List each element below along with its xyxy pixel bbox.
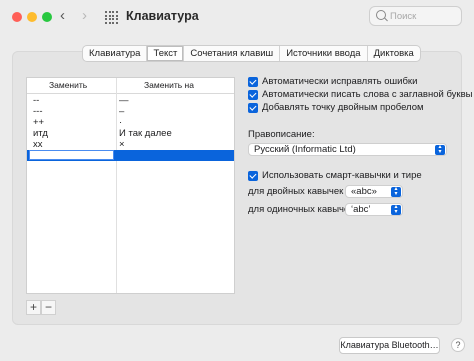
tab-bar: Клавиатура Текст Сочетания клавиш Источн…: [82, 45, 421, 62]
preferences-window: ‹ › Клавиатура Клавиатура Текст Сочетани…: [0, 0, 474, 361]
forward-chevron-icon[interactable]: ›: [82, 7, 87, 24]
help-button[interactable]: ?: [451, 338, 465, 352]
back-chevron-icon[interactable]: ‹: [60, 7, 65, 24]
tab-text[interactable]: Текст: [146, 46, 184, 61]
capitalize-checkbox[interactable]: [248, 90, 258, 100]
new-entry-edit-field[interactable]: [29, 150, 114, 160]
cell-replace: ++: [33, 117, 45, 128]
tab-dictation[interactable]: Диктовка: [366, 46, 420, 61]
single-quotes-value: ‘abc’: [351, 204, 371, 215]
column-header-with[interactable]: Заменить на: [144, 80, 194, 90]
cell-with: ·: [119, 117, 123, 128]
single-quotes-popup[interactable]: ‘abc’ ▴ ▾: [345, 203, 403, 216]
spelling-label: Правописание:: [248, 129, 315, 140]
add-button[interactable]: +: [26, 300, 41, 315]
replacements-table[interactable]: Заменить Заменить на -- — --- – ++ · итд…: [26, 77, 235, 294]
close-window-button[interactable]: [12, 12, 22, 22]
minimize-window-button[interactable]: [27, 12, 37, 22]
table-header: Заменить Заменить на: [27, 78, 234, 94]
cell-with: ×: [119, 139, 125, 150]
search-icon: [376, 10, 386, 20]
column-header-replace[interactable]: Заменить: [49, 80, 87, 90]
search-field[interactable]: [369, 6, 462, 26]
smart-quotes-checkbox[interactable]: [248, 171, 258, 181]
spelling-value: Русский (Informatic Ltd): [254, 144, 356, 155]
table-row[interactable]: -- —: [27, 95, 234, 106]
capitalize-label: Автоматически писать слова с заглавной б…: [262, 89, 473, 100]
double-quotes-value: «abc»: [351, 186, 377, 197]
autocorrect-label: Автоматически исправлять ошибки: [262, 76, 418, 87]
cell-with: И так далее: [119, 128, 172, 139]
smart-quotes-label: Использовать смарт-кавычки и тире: [262, 170, 422, 181]
table-row-selected[interactable]: [27, 150, 234, 161]
autocorrect-checkbox[interactable]: [248, 77, 258, 87]
popup-arrows-icon: ▴ ▾: [391, 186, 401, 197]
table-row[interactable]: --- –: [27, 106, 234, 117]
add-remove-controls: + −: [26, 300, 56, 315]
cell-replace: --: [33, 95, 40, 106]
zoom-window-button[interactable]: [42, 12, 52, 22]
cell-replace: ---: [33, 106, 43, 117]
table-row[interactable]: ++ ·: [27, 117, 234, 128]
spelling-popup[interactable]: Русский (Informatic Ltd) ▴ ▾: [248, 143, 447, 156]
single-quotes-label: для одиночных кавычек: [248, 204, 354, 215]
popup-arrows-icon: ▴ ▾: [391, 204, 401, 215]
title-bar: ‹ › Клавиатура: [0, 0, 474, 34]
tab-shortcuts[interactable]: Сочетания клавиш: [183, 46, 279, 61]
cell-with: –: [119, 106, 125, 117]
double-space-checkbox[interactable]: [248, 103, 258, 113]
popup-arrows-icon: ▴ ▾: [435, 144, 445, 155]
show-all-grid-icon[interactable]: [105, 11, 118, 24]
cell-replace: итд: [33, 128, 48, 139]
double-space-label: Добавлять точку двойным пробелом: [262, 102, 424, 113]
table-row[interactable]: итд И так далее: [27, 128, 234, 139]
tab-keyboard[interactable]: Клавиатура: [83, 46, 146, 61]
window-title: Клавиатура: [126, 9, 199, 23]
cell-with: —: [119, 95, 129, 106]
double-quotes-popup[interactable]: «abc» ▴ ▾: [345, 185, 403, 198]
remove-button[interactable]: −: [41, 300, 56, 315]
bluetooth-keyboard-button[interactable]: Клавиатура Bluetooth…: [339, 337, 440, 354]
search-input[interactable]: [390, 9, 456, 23]
double-quotes-label: для двойных кавычек: [248, 186, 344, 197]
table-row[interactable]: xx ×: [27, 139, 234, 150]
cell-replace: xx: [33, 139, 43, 150]
tab-input-sources[interactable]: Источники ввода: [279, 46, 366, 61]
